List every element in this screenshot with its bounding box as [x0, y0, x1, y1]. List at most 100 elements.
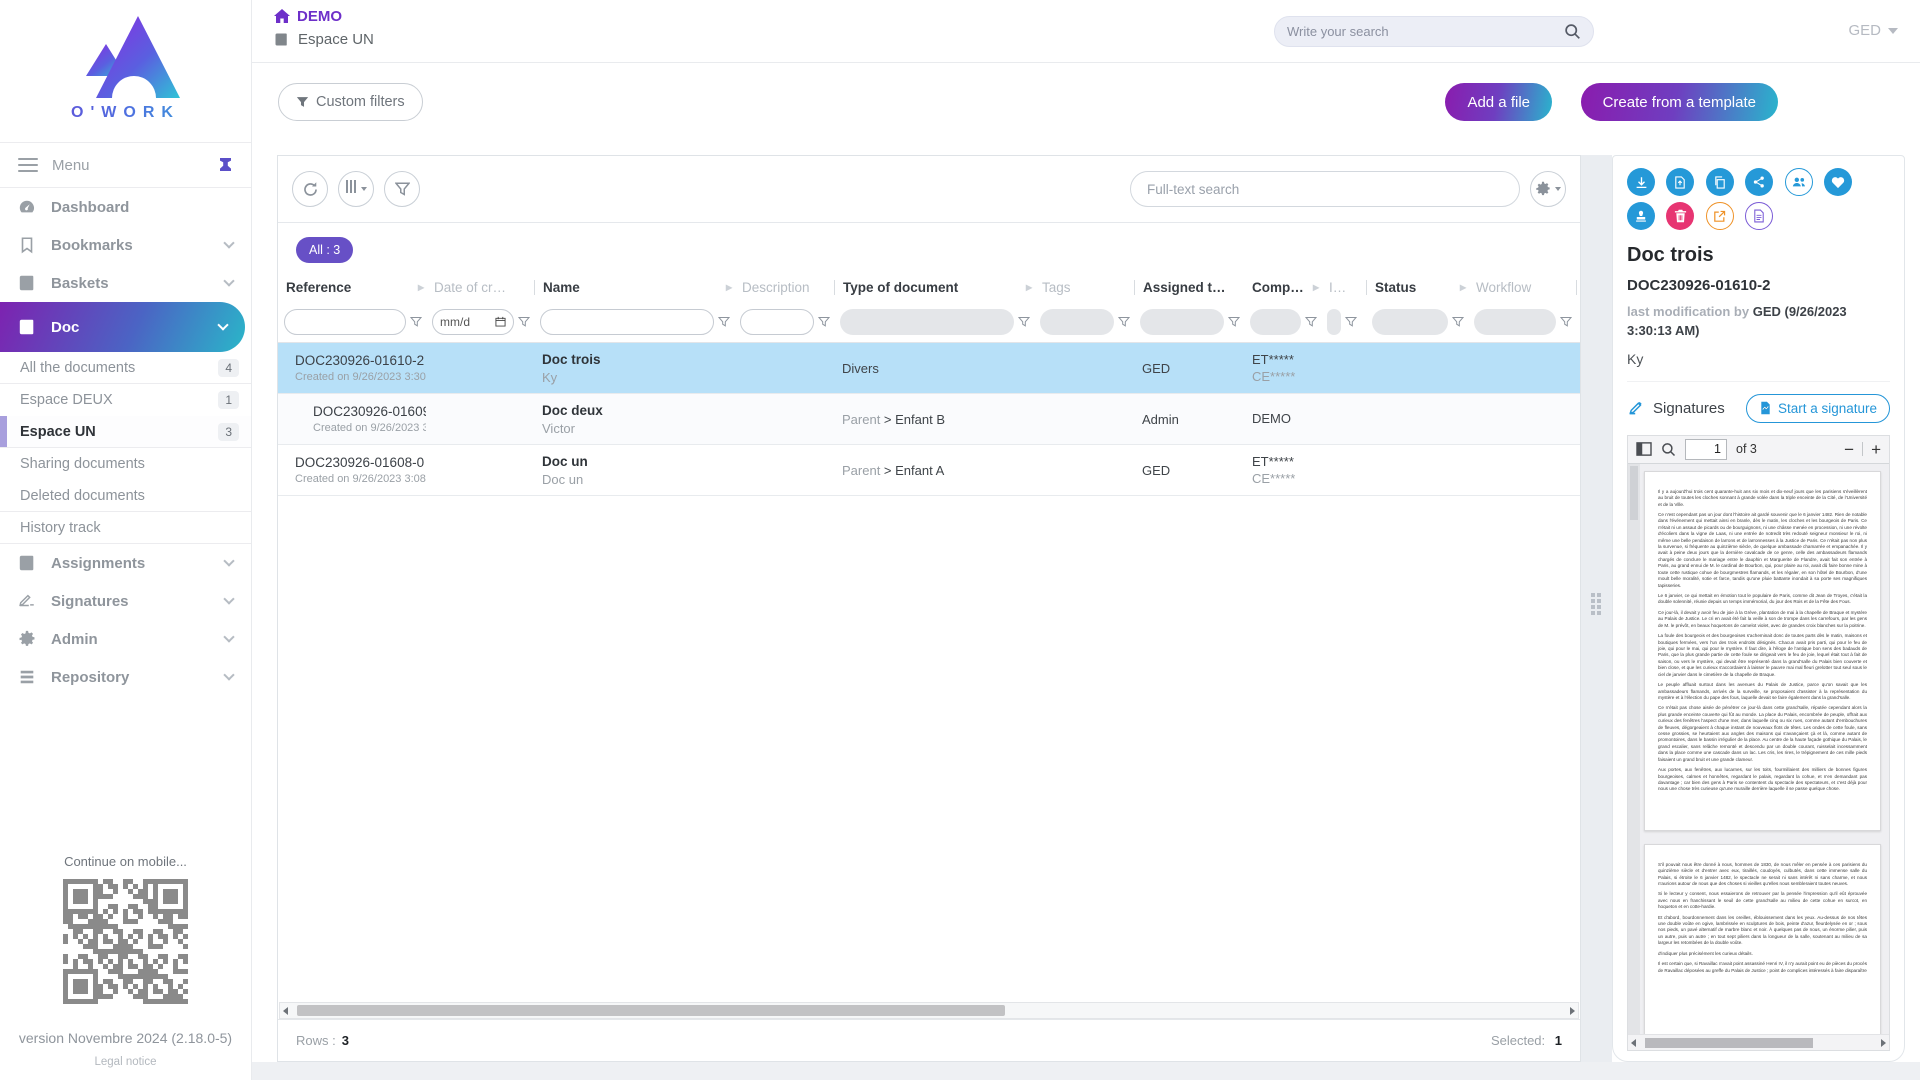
- sidebar-item-assignments[interactable]: Assignments: [0, 544, 251, 582]
- sidebar-item-baskets[interactable]: Baskets: [0, 264, 251, 302]
- type-filter-select[interactable]: [840, 309, 1014, 335]
- sidebar-item-dashboard[interactable]: Dashboard: [0, 188, 251, 226]
- sidebar-item-history-track[interactable]: History track: [0, 512, 251, 544]
- all-count-badge[interactable]: All : 3: [296, 237, 353, 263]
- filter-icon[interactable]: [1018, 316, 1030, 328]
- breadcrumb-space[interactable]: Espace UN: [274, 31, 374, 48]
- assigned-filter-select[interactable]: [1140, 309, 1224, 335]
- sidebar-item-espace-un[interactable]: Espace UN 3: [0, 416, 251, 448]
- tags-filter-select[interactable]: [1040, 309, 1114, 335]
- global-search-input[interactable]: [1287, 24, 1564, 39]
- filter-icon[interactable]: [518, 316, 530, 328]
- search-icon[interactable]: [1661, 442, 1676, 457]
- sidebar-item-admin[interactable]: Admin: [0, 620, 251, 658]
- user-menu[interactable]: GED: [1848, 22, 1898, 39]
- column-header-y[interactable]: Y…: [1576, 280, 1581, 295]
- scroll-right-icon[interactable]: [1881, 1039, 1886, 1047]
- share-button[interactable]: [1745, 168, 1773, 196]
- scroll-left-icon[interactable]: [283, 1007, 288, 1015]
- date-filter-input[interactable]: mm/d: [432, 309, 514, 335]
- open-external-button[interactable]: [1706, 202, 1734, 230]
- filter-icon[interactable]: [410, 316, 422, 328]
- pdf-horizontal-scrollbar[interactable]: [1628, 1034, 1889, 1050]
- document-info-button[interactable]: [1745, 202, 1773, 230]
- legal-notice-link[interactable]: Legal notice: [0, 1056, 251, 1068]
- column-header-i[interactable]: I…: [1321, 280, 1366, 295]
- sidebar-item-doc[interactable]: Doc: [0, 302, 245, 352]
- filter-icon[interactable]: [718, 316, 730, 328]
- fulltext-search-input[interactable]: [1147, 182, 1503, 197]
- upload-version-button[interactable]: [1666, 168, 1694, 196]
- scroll-left-icon[interactable]: [1631, 1039, 1636, 1047]
- filter-icon[interactable]: [1305, 316, 1317, 328]
- stamp-button[interactable]: [1627, 202, 1655, 230]
- drag-handle-icon[interactable]: [1591, 593, 1603, 615]
- panel-resizer[interactable]: [1581, 155, 1612, 1062]
- column-header-type[interactable]: Type of document▸: [834, 280, 1034, 295]
- add-file-button[interactable]: Add a file: [1445, 83, 1552, 121]
- column-header-name[interactable]: Name▸: [534, 280, 734, 295]
- download-button[interactable]: [1627, 168, 1655, 196]
- sidebar-item-deleted-documents[interactable]: Deleted documents: [0, 480, 251, 512]
- company-filter-select[interactable]: [1250, 309, 1301, 335]
- zoom-out-button[interactable]: −: [1844, 441, 1854, 458]
- fulltext-search[interactable]: [1130, 171, 1520, 207]
- refresh-button[interactable]: [292, 171, 328, 207]
- favorite-button[interactable]: [1824, 168, 1852, 196]
- filter-icon[interactable]: [818, 316, 830, 328]
- description-filter-input[interactable]: [740, 309, 814, 335]
- sidebar-toggle-icon[interactable]: [1636, 442, 1652, 456]
- filter-icon[interactable]: [1452, 316, 1464, 328]
- workflow-filter-select[interactable]: [1474, 309, 1556, 335]
- refresh-icon: [302, 181, 319, 198]
- pdf-vertical-scrollbar[interactable]: [1628, 464, 1640, 1034]
- page-number-input[interactable]: [1685, 439, 1727, 460]
- table-horizontal-scrollbar[interactable]: [279, 1002, 1579, 1019]
- sidebar-item-bookmarks[interactable]: Bookmarks: [0, 226, 251, 264]
- sidebar-item-signatures[interactable]: Signatures: [0, 582, 251, 620]
- table-row[interactable]: DOC230926-01610-2 Created on 9/26/2023 3…: [278, 343, 1581, 394]
- scrollbar-thumb[interactable]: [1630, 466, 1638, 520]
- scrollbar-thumb[interactable]: [1645, 1038, 1813, 1048]
- sidebar-item-repository[interactable]: Repository: [0, 658, 251, 696]
- scroll-right-icon[interactable]: [1570, 1007, 1575, 1015]
- columns-button[interactable]: [338, 171, 374, 207]
- start-signature-button[interactable]: Start a signature: [1746, 394, 1890, 423]
- column-header-date[interactable]: Date of cr…: [426, 280, 534, 295]
- sidebar-item-sharing-documents[interactable]: Sharing documents: [0, 448, 251, 480]
- status-filter-select[interactable]: [1372, 309, 1448, 335]
- filter-icon[interactable]: [1560, 316, 1572, 328]
- name-filter-input[interactable]: [540, 309, 714, 335]
- breadcrumb-home[interactable]: DEMO: [274, 8, 374, 25]
- table-row[interactable]: DOC230926-01608-0 Created on 9/26/2023 3…: [278, 445, 1581, 496]
- create-from-template-button[interactable]: Create from a template: [1581, 83, 1778, 121]
- column-header-workflow[interactable]: Workflow: [1468, 280, 1576, 295]
- sidebar-item-all-documents[interactable]: All the documents 4: [0, 352, 251, 384]
- column-header-description[interactable]: Description: [734, 280, 834, 295]
- i-filter-select[interactable]: [1327, 309, 1341, 335]
- sidebar-item-espace-deux[interactable]: Espace DEUX 1: [0, 384, 251, 416]
- column-header-assigned[interactable]: Assigned t…: [1134, 280, 1244, 295]
- menu-toggle[interactable]: Menu: [0, 142, 251, 188]
- delete-button[interactable]: [1666, 202, 1694, 230]
- scrollbar-thumb[interactable]: [297, 1005, 1005, 1016]
- zoom-in-button[interactable]: +: [1871, 441, 1881, 458]
- table-settings-button[interactable]: [1530, 171, 1566, 207]
- global-search[interactable]: [1274, 16, 1594, 47]
- filter-icon[interactable]: [1118, 316, 1130, 328]
- table-row[interactable]: w DOC230926-01609-0 Created on 9/26/2023…: [278, 394, 1581, 445]
- column-header-status[interactable]: Status▸: [1366, 280, 1468, 295]
- column-header-tags[interactable]: Tags: [1034, 280, 1134, 295]
- filter-icon[interactable]: [1228, 316, 1240, 328]
- filter-icon[interactable]: [1345, 316, 1357, 328]
- reference-filter-input[interactable]: [284, 309, 406, 335]
- copy-button[interactable]: [1706, 168, 1734, 196]
- pdf-pages-view[interactable]: Il y a aujourd'hui trois cent quarante-h…: [1628, 464, 1889, 1034]
- custom-filters-button[interactable]: Custom filters: [278, 83, 423, 121]
- column-header-reference[interactable]: Reference▸: [278, 280, 426, 295]
- column-header-company[interactable]: Comp…▸: [1244, 280, 1321, 295]
- users-button[interactable]: [1785, 168, 1813, 196]
- pin-icon[interactable]: [218, 157, 233, 173]
- filters-button[interactable]: [384, 171, 420, 207]
- search-icon[interactable]: [1564, 23, 1581, 40]
